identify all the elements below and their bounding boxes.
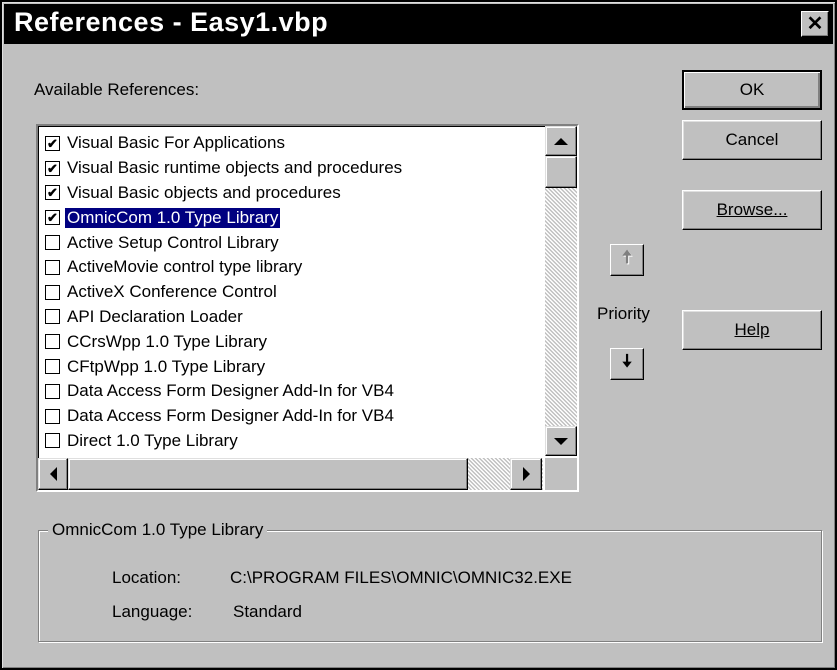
reference-label: Visual Basic For Applications xyxy=(67,133,285,153)
reference-label: CFtpWpp 1.0 Type Library xyxy=(67,356,266,376)
reference-checkbox[interactable]: ✔ xyxy=(45,135,60,151)
reference-checkbox[interactable]: ✔ xyxy=(45,185,60,201)
arrow-up-icon xyxy=(554,137,568,145)
close-button[interactable]: ✕ xyxy=(801,11,829,37)
list-item[interactable]: ✔ Visual Basic runtime objects and proced… xyxy=(42,156,542,181)
references-list: ✔ Visual Basic For Applications ✔ Visual Ba… xyxy=(42,131,542,478)
language-value: Standard xyxy=(233,602,302,621)
list-item[interactable]: Active Setup Control Library xyxy=(42,230,542,255)
reference-label: API Declaration Loader xyxy=(67,306,243,326)
reference-label: Direct 1.0 Type Library xyxy=(67,430,238,450)
location-label: Location: xyxy=(112,568,181,587)
priority-down-button[interactable]: 🠇 xyxy=(610,348,644,380)
arrow-left-icon xyxy=(49,467,57,481)
arrow-down-icon: 🠇 xyxy=(622,351,632,371)
list-item[interactable]: ActiveMovie control type library xyxy=(42,255,542,280)
reference-label: ActiveX Conference Control xyxy=(67,282,277,302)
ok-button-label: OK xyxy=(739,80,765,99)
reference-checkbox[interactable] xyxy=(45,408,60,424)
scroll-down-button[interactable] xyxy=(545,426,577,456)
reference-details-title: OmnicCom 1.0 Type Library xyxy=(48,520,268,540)
horizontal-scroll-thumb[interactable] xyxy=(68,458,468,490)
cancel-button[interactable]: Cancel xyxy=(682,120,822,160)
references-listbox[interactable]: ✔ Visual Basic For Applications ✔ Visual Ba… xyxy=(36,124,579,492)
location-value: C:\PROGRAM FILES\OMNIC\OMNIC32.EXE xyxy=(230,568,572,587)
ok-button[interactable]: OK xyxy=(682,70,822,110)
priority-label: Priority xyxy=(597,304,650,323)
list-item[interactable]: ✔ Visual Basic objects and procedures xyxy=(42,181,542,206)
help-button-label: Help xyxy=(734,320,770,339)
scroll-right-button[interactable] xyxy=(510,458,542,490)
reference-checkbox[interactable]: ✔ xyxy=(45,160,60,176)
list-item[interactable]: API Declaration Loader xyxy=(42,305,542,330)
reference-label: ActiveMovie control type library xyxy=(67,257,303,277)
list-item[interactable]: Data Access Form Designer Add-In for VB4 xyxy=(42,379,542,404)
references-dialog: References - Easy1.vbp ✕ Available Refer… xyxy=(0,0,837,670)
arrow-right-icon xyxy=(522,467,530,481)
list-item[interactable]: Data Access Form Designer Add-In for VB4 xyxy=(42,404,542,429)
reference-label: Active Setup Control Library xyxy=(67,232,279,252)
reference-checkbox[interactable] xyxy=(45,235,60,251)
reference-label: CCrsWpp 1.0 Type Library xyxy=(67,331,267,351)
reference-label: Data Access Form Designer Add-In for VB4 xyxy=(67,406,394,426)
reference-checkbox[interactable] xyxy=(45,309,60,325)
reference-label: Visual Basic runtime objects and procedu… xyxy=(67,158,403,178)
scroll-left-button[interactable] xyxy=(38,458,68,490)
list-item[interactable]: ✔ OmnicCom 1.0 Type Library xyxy=(42,205,542,230)
reference-label: OmnicCom 1.0 Type Library xyxy=(63,206,282,229)
list-item[interactable]: ✔ Visual Basic For Applications xyxy=(42,131,542,156)
help-button[interactable]: Help xyxy=(682,310,822,350)
list-item[interactable]: CCrsWpp 1.0 Type Library xyxy=(42,329,542,354)
browse-button[interactable]: Browse... xyxy=(682,190,822,230)
scroll-up-button[interactable] xyxy=(545,126,577,156)
close-icon: ✕ xyxy=(806,13,824,35)
language-label: Language: xyxy=(112,602,193,621)
priority-up-button[interactable]: 🠅 xyxy=(610,244,644,276)
list-item[interactable]: Direct 1.0 Type Library xyxy=(42,429,542,454)
list-item[interactable]: CFtpWpp 1.0 Type Library xyxy=(42,354,542,379)
arrow-down-icon xyxy=(554,437,568,445)
reference-checkbox[interactable] xyxy=(45,334,60,350)
vertical-scroll-thumb[interactable] xyxy=(545,156,577,188)
browse-button-label: Browse... xyxy=(716,200,788,219)
arrow-up-icon: 🠅 xyxy=(622,247,632,267)
cancel-button-label: Cancel xyxy=(725,130,779,149)
title-bar[interactable]: References - Easy1.vbp ✕ xyxy=(4,4,833,44)
reference-checkbox[interactable]: ✔ xyxy=(45,210,60,226)
scrollbar-corner xyxy=(545,458,577,490)
reference-checkbox[interactable] xyxy=(45,433,60,449)
horizontal-scrollbar[interactable] xyxy=(38,458,543,490)
reference-label: Data Access Form Designer Add-In for VB4 xyxy=(67,381,394,401)
reference-checkbox[interactable] xyxy=(45,359,60,375)
reference-checkbox[interactable] xyxy=(45,383,60,399)
window-title: References - Easy1.vbp xyxy=(14,7,329,37)
vertical-scrollbar[interactable] xyxy=(545,126,577,456)
reference-checkbox[interactable] xyxy=(45,259,60,275)
list-item[interactable]: ActiveX Conference Control xyxy=(42,280,542,305)
reference-checkbox[interactable] xyxy=(45,284,60,300)
reference-label: Visual Basic objects and procedures xyxy=(67,182,341,202)
available-references-label: Available References: xyxy=(34,80,200,99)
